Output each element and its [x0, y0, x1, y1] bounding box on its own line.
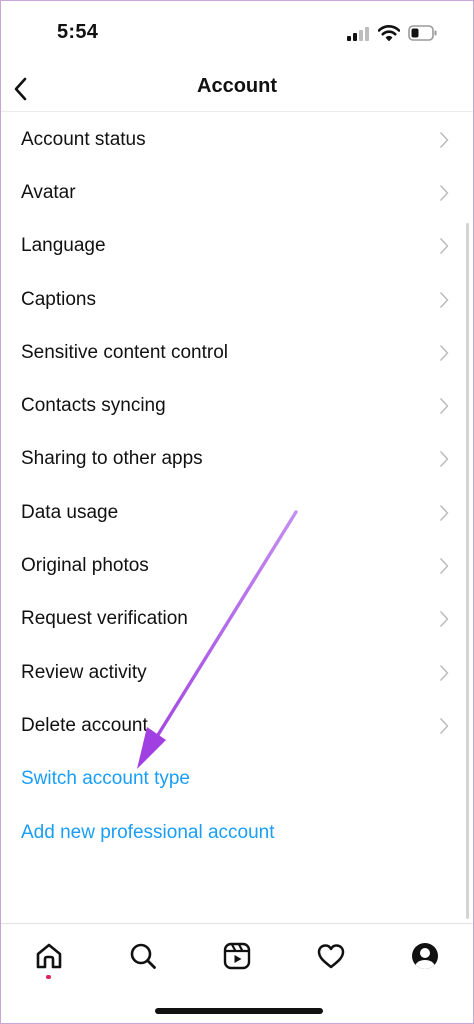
- nav-reels[interactable]: [217, 936, 257, 976]
- home-indicator: [155, 1008, 323, 1014]
- nav-home[interactable]: [29, 936, 69, 976]
- menu-item-data-usage[interactable]: Data usage: [1, 486, 473, 539]
- menu-item-sharing-to-other-apps[interactable]: Sharing to other apps: [1, 433, 473, 486]
- account-settings-list: Account status Avatar Language Captions …: [1, 113, 473, 859]
- chevron-right-icon: [440, 718, 449, 734]
- nav-activity[interactable]: [311, 936, 351, 976]
- link-label: Add new professional account: [21, 821, 275, 843]
- menu-item-label: Request verification: [21, 608, 188, 630]
- menu-item-label: Avatar: [21, 181, 76, 203]
- chevron-right-icon: [440, 398, 449, 414]
- menu-item-label: Account status: [21, 128, 146, 150]
- bottom-navigation: [1, 923, 473, 1023]
- chevron-right-icon: [440, 611, 449, 628]
- status-time: 5:54: [57, 21, 99, 43]
- menu-item-label: Original photos: [21, 555, 149, 577]
- menu-item-sensitive-content-control[interactable]: Sensitive content control: [1, 326, 473, 379]
- menu-item-avatar[interactable]: Avatar: [1, 166, 473, 219]
- chevron-right-icon: [440, 345, 449, 361]
- home-icon: [36, 943, 62, 969]
- menu-item-captions[interactable]: Captions: [1, 273, 473, 326]
- menu-item-review-activity[interactable]: Review activity: [1, 646, 473, 699]
- chevron-right-icon: [440, 451, 449, 468]
- menu-item-contacts-syncing[interactable]: Contacts syncing: [1, 379, 473, 432]
- phone-screen: 5:54 Account Account status Avatar Langu…: [0, 0, 474, 1024]
- page-title: Account: [197, 75, 277, 97]
- link-label: Switch account type: [21, 768, 190, 790]
- menu-item-delete-account[interactable]: Delete account: [1, 699, 473, 752]
- menu-item-label: Sharing to other apps: [21, 448, 203, 470]
- profile-icon: [412, 943, 438, 969]
- menu-item-label: Sensitive content control: [21, 341, 229, 363]
- menu-item-label: Data usage: [21, 501, 119, 523]
- menu-item-label: Delete account: [21, 714, 148, 736]
- chevron-right-icon: [440, 664, 449, 681]
- menu-item-account-status[interactable]: Account status: [1, 113, 473, 166]
- chevron-right-icon: [440, 185, 449, 201]
- menu-item-label: Contacts syncing: [21, 395, 166, 417]
- battery-icon: [408, 25, 437, 41]
- menu-item-label: Captions: [21, 288, 96, 310]
- wifi-icon: [378, 25, 400, 41]
- header: Account: [1, 65, 473, 112]
- heart-icon: [317, 944, 345, 969]
- status-bar: 5:54: [1, 1, 473, 65]
- search-icon: [130, 943, 156, 969]
- menu-item-request-verification[interactable]: Request verification: [1, 593, 473, 646]
- menu-item-label: Language: [21, 235, 106, 257]
- chevron-right-icon: [440, 131, 449, 148]
- reels-icon: [223, 942, 251, 970]
- menu-item-label: Review activity: [21, 661, 147, 683]
- scrollbar[interactable]: [466, 223, 469, 919]
- add-professional-account-link[interactable]: Add new professional account: [1, 806, 473, 859]
- chevron-right-icon: [440, 238, 449, 255]
- nav-profile[interactable]: [405, 936, 445, 976]
- switch-account-type-link[interactable]: Switch account type: [1, 753, 473, 806]
- chevron-right-icon: [440, 504, 449, 521]
- cellular-signal-icon: [347, 27, 371, 41]
- chevron-right-icon: [440, 291, 449, 308]
- chevron-right-icon: [440, 558, 449, 574]
- menu-item-language[interactable]: Language: [1, 220, 473, 273]
- menu-item-original-photos[interactable]: Original photos: [1, 539, 473, 592]
- nav-search[interactable]: [123, 936, 163, 976]
- notification-dot: [46, 975, 51, 979]
